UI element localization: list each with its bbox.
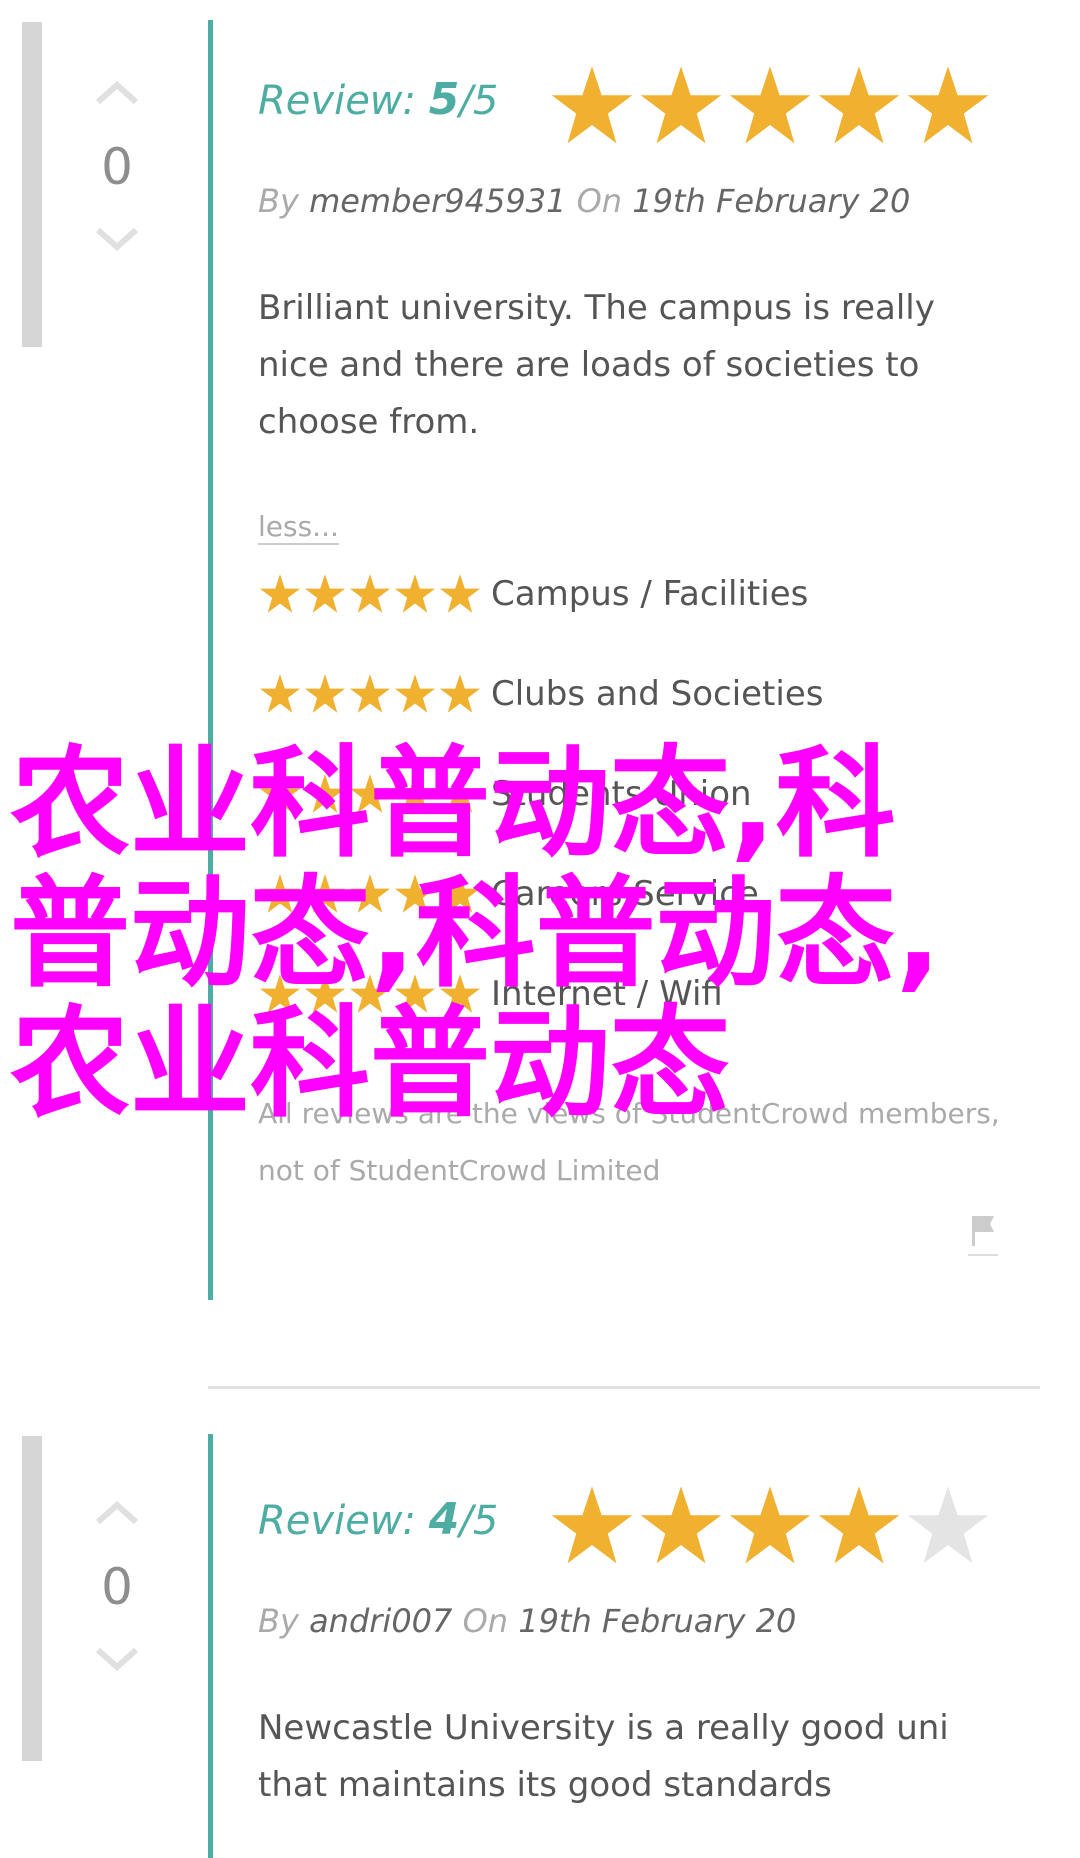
star-full-icon xyxy=(551,1486,633,1564)
star-full-icon xyxy=(394,774,436,813)
downvote-icon[interactable] xyxy=(94,1646,140,1672)
review-card: 0 Review: 4/5 By andri007 On 19th Februa… xyxy=(0,1410,1080,1858)
star-full-icon xyxy=(259,774,301,813)
score-max: /5 xyxy=(459,78,499,124)
score-max: /5 xyxy=(459,1498,499,1544)
review-date: 19th February 20 xyxy=(518,1602,797,1640)
star-full-icon xyxy=(640,66,722,144)
overall-rating-stars xyxy=(548,62,993,152)
category-label: Careers Service xyxy=(491,874,759,914)
category-label: Campus / Facilities xyxy=(491,574,809,614)
star-full-icon xyxy=(349,674,391,713)
review-card: 0 Review: 5/5 By member945931 On 19th Fe… xyxy=(0,0,1080,1370)
review-label: Review: xyxy=(258,1498,416,1544)
vote-widget: 0 xyxy=(62,80,172,252)
category-stars xyxy=(258,672,483,718)
category-label: Students Union xyxy=(491,774,752,814)
upvote-icon[interactable] xyxy=(94,1500,140,1526)
star-full-icon xyxy=(259,874,301,913)
review-byline: By member945931 On 19th February 20 xyxy=(258,182,910,220)
review-header: Review: 5/5 xyxy=(258,62,1018,152)
star-empty-icon xyxy=(907,1486,989,1564)
report-flag-icon[interactable] xyxy=(968,1210,998,1256)
review-body: Brilliant university. The campus is real… xyxy=(258,288,935,442)
star-full-icon xyxy=(439,674,481,713)
star-full-icon xyxy=(729,1486,811,1564)
category-stars xyxy=(258,972,483,1018)
accent-line xyxy=(208,20,213,1300)
star-full-icon xyxy=(349,974,391,1013)
star-full-icon xyxy=(394,574,436,613)
category-rating: Careers Service xyxy=(258,872,1018,932)
page: 0 Review: 5/5 By member945931 On 19th Fe… xyxy=(0,0,1080,1858)
star-full-icon xyxy=(259,674,301,713)
star-full-icon xyxy=(349,574,391,613)
vote-count: 0 xyxy=(101,138,133,196)
on-label: On xyxy=(462,1602,509,1640)
category-stars xyxy=(258,772,483,818)
star-full-icon xyxy=(551,66,633,144)
review-body: Newcastle University is a really good un… xyxy=(258,1708,949,1805)
star-full-icon xyxy=(304,574,346,613)
star-full-icon xyxy=(818,66,900,144)
review-date: 19th February 20 xyxy=(632,182,911,220)
star-full-icon xyxy=(439,774,481,813)
star-full-icon xyxy=(304,974,346,1013)
category-stars xyxy=(258,872,483,918)
review-score: Review: 4/5 xyxy=(258,1494,498,1545)
accent-line xyxy=(208,1434,213,1858)
star-full-icon xyxy=(259,574,301,613)
less-link[interactable]: less... xyxy=(258,510,339,545)
overall-rating-stars xyxy=(548,1482,993,1572)
category-label: Internet / Wifi xyxy=(491,974,723,1014)
review-divider xyxy=(208,1386,1040,1389)
category-rating: Clubs and Societies xyxy=(258,672,1018,732)
star-full-icon xyxy=(907,66,989,144)
score-value: 4 xyxy=(428,1494,460,1545)
star-full-icon xyxy=(439,574,481,613)
category-label: Clubs and Societies xyxy=(491,674,824,714)
star-full-icon xyxy=(640,1486,722,1564)
upvote-icon[interactable] xyxy=(94,80,140,106)
star-full-icon xyxy=(394,674,436,713)
by-label: By xyxy=(258,1602,299,1640)
author-name[interactable]: andri007 xyxy=(309,1602,452,1640)
author-name[interactable]: member945931 xyxy=(309,182,566,220)
star-full-icon xyxy=(259,974,301,1013)
review-label: Review: xyxy=(258,78,416,124)
star-full-icon xyxy=(394,974,436,1013)
star-full-icon xyxy=(304,774,346,813)
category-rating: Internet / Wifi xyxy=(258,972,1018,1032)
review-disclaimer: All reviews are the views of StudentCrow… xyxy=(258,1097,1000,1187)
star-full-icon xyxy=(304,674,346,713)
category-stars xyxy=(258,572,483,618)
star-full-icon xyxy=(439,974,481,1013)
vote-sidebar xyxy=(22,22,42,347)
category-rating: Students Union xyxy=(258,772,1018,832)
star-full-icon xyxy=(304,874,346,913)
by-label: By xyxy=(258,182,299,220)
review-header: Review: 4/5 xyxy=(258,1482,1018,1572)
star-full-icon xyxy=(394,874,436,913)
star-full-icon xyxy=(349,774,391,813)
downvote-icon[interactable] xyxy=(94,226,140,252)
star-full-icon xyxy=(729,66,811,144)
star-full-icon xyxy=(818,1486,900,1564)
vote-sidebar xyxy=(22,1436,42,1761)
review-byline: By andri007 On 19th February 20 xyxy=(258,1602,796,1640)
star-full-icon xyxy=(439,874,481,913)
score-value: 5 xyxy=(428,74,460,125)
vote-count: 0 xyxy=(101,1558,133,1616)
vote-widget: 0 xyxy=(62,1500,172,1672)
on-label: On xyxy=(576,182,623,220)
star-full-icon xyxy=(349,874,391,913)
category-rating: Campus / Facilities xyxy=(258,572,1018,632)
review-score: Review: 5/5 xyxy=(258,74,498,125)
